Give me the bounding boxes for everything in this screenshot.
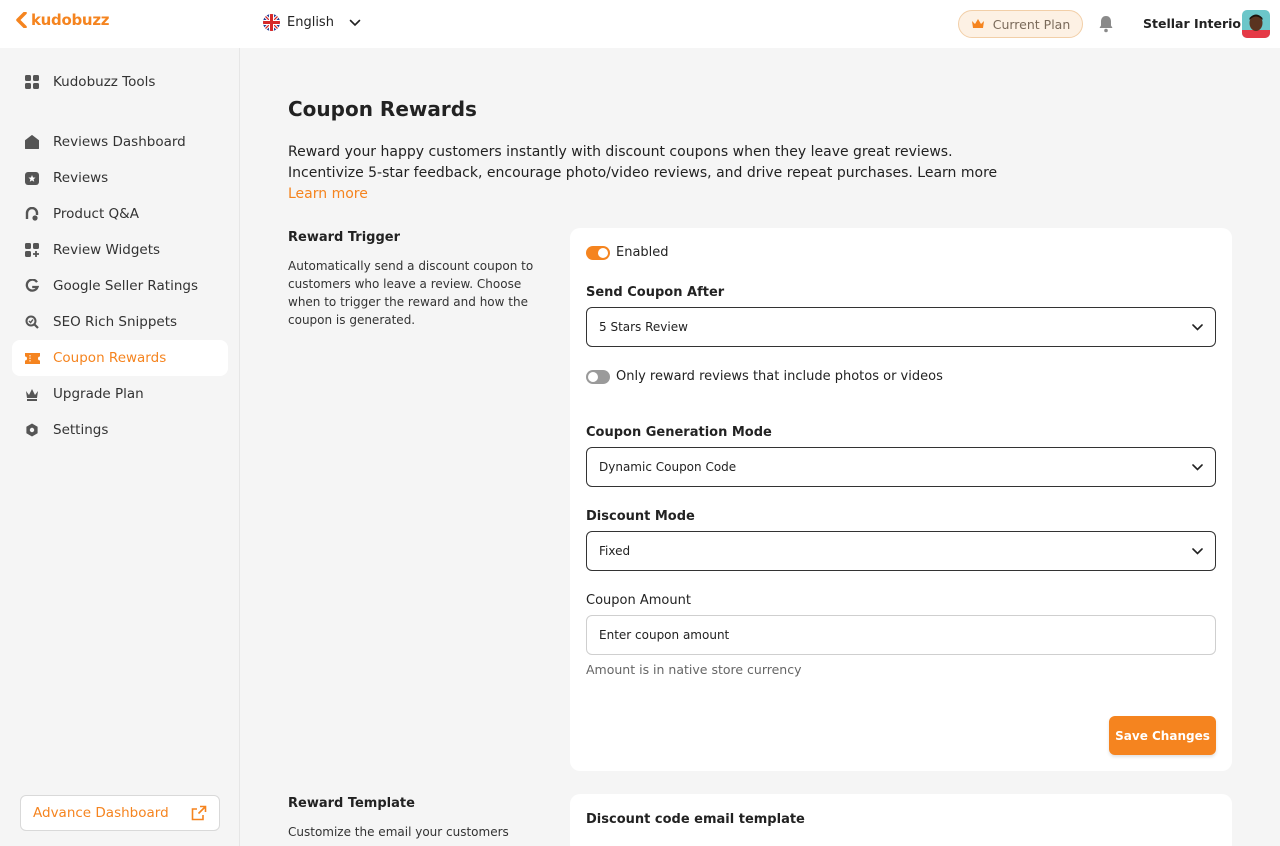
chevron-down-icon bbox=[1192, 463, 1203, 471]
reward-template-title: Reward Template bbox=[288, 796, 415, 811]
sidebar-item-label: Upgrade Plan bbox=[53, 386, 144, 402]
send-coupon-after-select[interactable]: 5 Stars Review bbox=[586, 307, 1216, 347]
learn-more-link[interactable]: Learn more bbox=[288, 184, 1008, 205]
enabled-label: Enabled bbox=[616, 245, 669, 260]
media-only-label: Only reward reviews that include photos … bbox=[616, 369, 943, 384]
bell-icon[interactable] bbox=[1098, 15, 1114, 33]
sidebar-item-reviews-dashboard[interactable]: Reviews Dashboard bbox=[12, 124, 228, 160]
sidebar-item-label: Reviews bbox=[53, 170, 109, 186]
coupon-amount-input[interactable] bbox=[586, 615, 1216, 655]
sidebar-item-label: Google Seller Ratings bbox=[53, 278, 198, 294]
coupon-amount-label: Coupon Amount bbox=[586, 593, 691, 608]
chevron-down-icon bbox=[349, 19, 361, 26]
select-value: Dynamic Coupon Code bbox=[599, 460, 737, 474]
sidebar-item-label: Reviews Dashboard bbox=[53, 134, 186, 150]
google-icon bbox=[24, 278, 40, 294]
seo-icon bbox=[24, 314, 40, 330]
current-plan-label: Current Plan bbox=[992, 16, 1071, 32]
chevron-down-icon bbox=[1192, 323, 1203, 331]
sidebar-item-product-qa[interactable]: Product Q&A bbox=[12, 196, 228, 232]
sidebar-item-label: Settings bbox=[53, 422, 109, 438]
crown-icon bbox=[971, 19, 984, 28]
email-template-title: Discount code email template bbox=[586, 812, 805, 827]
sidebar-item-google-seller-ratings[interactable]: Google Seller Ratings bbox=[12, 268, 228, 304]
select-value: Fixed bbox=[599, 544, 631, 558]
logo-text: kudobuzz bbox=[31, 11, 110, 29]
sidebar-item-reviews[interactable]: Reviews bbox=[12, 160, 228, 196]
save-changes-button[interactable]: Save Changes bbox=[1109, 716, 1216, 755]
send-coupon-after-label: Send Coupon After bbox=[586, 285, 725, 300]
language-selector[interactable]: English bbox=[263, 14, 361, 31]
external-link-icon bbox=[191, 805, 207, 821]
coupon-amount-hint: Amount is in native store currency bbox=[586, 662, 802, 677]
sidebar: Kudobuzz Tools Reviews Dashboard Reviews… bbox=[0, 48, 240, 846]
sidebar-item-settings[interactable]: Settings bbox=[12, 412, 228, 448]
sidebar-item-label: Coupon Rewards bbox=[53, 350, 167, 366]
language-label: English bbox=[287, 15, 334, 30]
avatar[interactable] bbox=[1242, 10, 1270, 38]
discount-mode-select[interactable]: Fixed bbox=[586, 531, 1216, 571]
coupon-generation-mode-label: Coupon Generation Mode bbox=[586, 425, 772, 440]
discount-mode-label: Discount Mode bbox=[586, 509, 695, 524]
sidebar-item-coupon-rewards[interactable]: Coupon Rewards bbox=[12, 340, 228, 376]
sidebar-item-label: Kudobuzz Tools bbox=[53, 74, 156, 90]
top-bar: kudobuzz English Current Plan Stellar In… bbox=[0, 0, 1280, 48]
uk-flag-icon bbox=[263, 14, 280, 31]
crown-icon bbox=[24, 386, 40, 402]
kudobuzz-logo-icon bbox=[16, 12, 27, 28]
grid-icon bbox=[24, 74, 40, 90]
description-line-1: Reward your happy customers instantly wi… bbox=[288, 144, 953, 160]
enabled-toggle[interactable] bbox=[586, 246, 610, 260]
current-plan-button[interactable]: Current Plan bbox=[958, 10, 1083, 38]
qa-icon bbox=[24, 206, 40, 222]
settings-icon bbox=[24, 422, 40, 438]
ticket-icon bbox=[24, 350, 40, 366]
page-title: Coupon Rewards bbox=[288, 97, 477, 121]
sidebar-item-seo-rich-snippets[interactable]: SEO Rich Snippets bbox=[12, 304, 228, 340]
sidebar-item-label: Review Widgets bbox=[53, 242, 161, 258]
page-description: Reward your happy customers instantly wi… bbox=[288, 142, 1008, 205]
sidebar-item-label: Product Q&A bbox=[53, 206, 139, 222]
sidebar-item-upgrade-plan[interactable]: Upgrade Plan bbox=[12, 376, 228, 412]
sidebar-item-label: SEO Rich Snippets bbox=[53, 314, 178, 330]
sidebar-item-kudobuzz-tools[interactable]: Kudobuzz Tools bbox=[12, 64, 228, 100]
chevron-down-icon bbox=[1192, 547, 1203, 555]
reward-trigger-title: Reward Trigger bbox=[288, 230, 400, 245]
reward-template-description: Customize the email your customers bbox=[288, 825, 509, 839]
reviews-icon bbox=[24, 170, 40, 186]
store-name[interactable]: Stellar Interiors bbox=[1143, 16, 1255, 31]
home-icon bbox=[24, 134, 40, 150]
widgets-icon bbox=[24, 242, 40, 258]
sidebar-item-review-widgets[interactable]: Review Widgets bbox=[12, 232, 228, 268]
reward-trigger-card: Enabled Send Coupon After 5 Stars Review… bbox=[570, 228, 1232, 771]
description-line-2: Incentivize 5-star feedback, encourage p… bbox=[288, 165, 998, 181]
kudobuzz-logo[interactable]: kudobuzz bbox=[16, 11, 109, 29]
media-only-toggle[interactable] bbox=[586, 370, 610, 384]
advance-dashboard-button[interactable]: Advance Dashboard bbox=[20, 795, 220, 831]
coupon-generation-mode-select[interactable]: Dynamic Coupon Code bbox=[586, 447, 1216, 487]
reward-template-card: Discount code email template bbox=[570, 794, 1232, 846]
select-value: 5 Stars Review bbox=[599, 320, 688, 334]
advance-dashboard-label: Advance Dashboard bbox=[33, 805, 169, 821]
reward-trigger-description: Automatically send a discount coupon to … bbox=[288, 259, 534, 327]
